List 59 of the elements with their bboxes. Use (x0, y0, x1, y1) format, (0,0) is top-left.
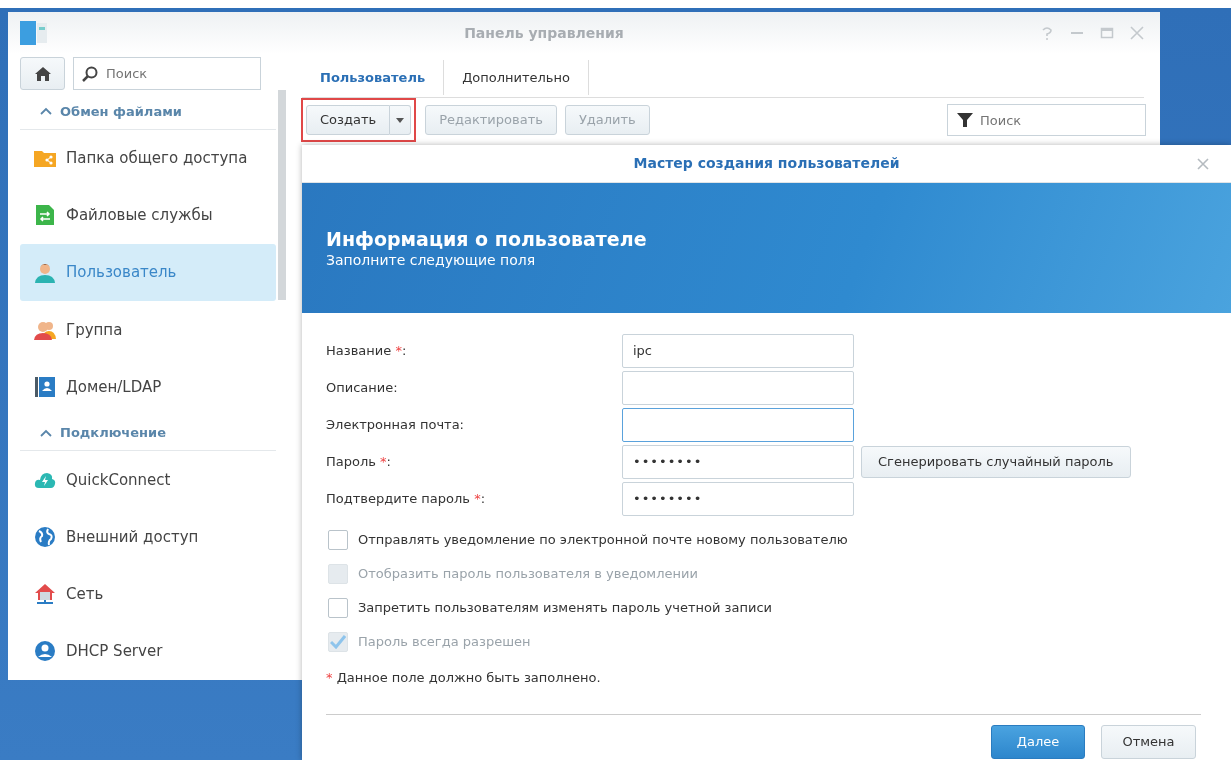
create-button[interactable]: Создать (306, 105, 391, 135)
banner-subtitle: Заполните следующие поля (326, 250, 537, 270)
contact-book-icon (34, 376, 56, 398)
checkbox[interactable] (328, 598, 348, 618)
section-header[interactable]: Подключение (20, 415, 276, 452)
app-logo-icon (20, 19, 48, 47)
input-field[interactable]: •••••••• (622, 444, 854, 479)
checkmark-icon (330, 635, 346, 649)
input-field[interactable]: ipc (622, 333, 854, 368)
input-field[interactable] (622, 370, 854, 405)
filter-icon (957, 112, 973, 128)
search-field[interactable]: Поиск (73, 57, 261, 90)
close-icon[interactable] (1130, 26, 1144, 40)
chevron-up-icon (40, 107, 52, 116)
chevron-up-icon (40, 428, 52, 437)
window-title: Панель управления (464, 23, 624, 43)
dialog-button[interactable]: Отмена (1101, 724, 1196, 759)
generate-password-button[interactable]: Сгенерировать случайный пароль (861, 445, 1131, 478)
tab[interactable]: Дополнительно (444, 59, 589, 96)
close-icon[interactable] (1197, 158, 1209, 170)
sidebar-item[interactable]: Внешний доступ (20, 508, 276, 566)
checkbox-label: Отправлять уведомление по электронной почте новому пользователю (358, 531, 848, 550)
user-icon (34, 261, 56, 284)
dropdown-button[interactable] (390, 105, 412, 135)
home-button[interactable] (20, 57, 65, 90)
sidebar-item[interactable]: Папка общего доступа (20, 129, 276, 187)
required-note: * Данное поле должно быть заполнено. (326, 669, 602, 687)
filter-search-field[interactable]: Поиск (947, 104, 1146, 136)
dialog-title: Мастер создания пользователей (633, 154, 900, 173)
sidebar-item[interactable]: Сеть (20, 565, 276, 623)
maximize-icon[interactable] (1100, 26, 1114, 40)
field-label: Электронная почта: (326, 415, 465, 434)
field-label: Пароль *: (326, 452, 392, 471)
checkbox-label: Пароль всегда разрешен (358, 633, 531, 652)
help-icon[interactable] (1040, 26, 1054, 40)
sidebar-item[interactable]: DHCP Server (20, 622, 276, 680)
field-label: Название *: (326, 341, 408, 360)
caret-icon (396, 118, 405, 124)
section-header[interactable]: Обмен файлами (20, 94, 276, 130)
sidebar-item[interactable]: Домен/LDAP (20, 358, 276, 416)
sidebar-item[interactable]: Файловые службы (20, 186, 276, 244)
field-label: Подтвердите пароль *: (326, 489, 486, 508)
sidebar-item[interactable]: Группа (20, 301, 276, 359)
tab[interactable]: Пользователь (302, 59, 445, 96)
file-arrows-icon (34, 204, 56, 227)
banner-title: Информация о пользователе (326, 229, 648, 250)
input-field[interactable]: •••••••• (622, 481, 854, 516)
scrollbar[interactable] (278, 90, 286, 300)
home-icon (33, 66, 52, 83)
house-network-icon (34, 583, 56, 606)
checkbox[interactable] (328, 530, 348, 550)
globe-icon (34, 526, 56, 548)
server-user-icon (34, 640, 56, 663)
sidebar-item[interactable]: QuickConnect (20, 451, 276, 509)
field-label: Описание: (326, 378, 399, 397)
input-field[interactable] (622, 407, 854, 442)
checkbox-label: Запретить пользователям изменять пароль учетной записи (358, 599, 773, 618)
checkbox-label: Отобразить пароль пользователя в уведомлении (358, 565, 698, 584)
search-icon (82, 66, 98, 82)
